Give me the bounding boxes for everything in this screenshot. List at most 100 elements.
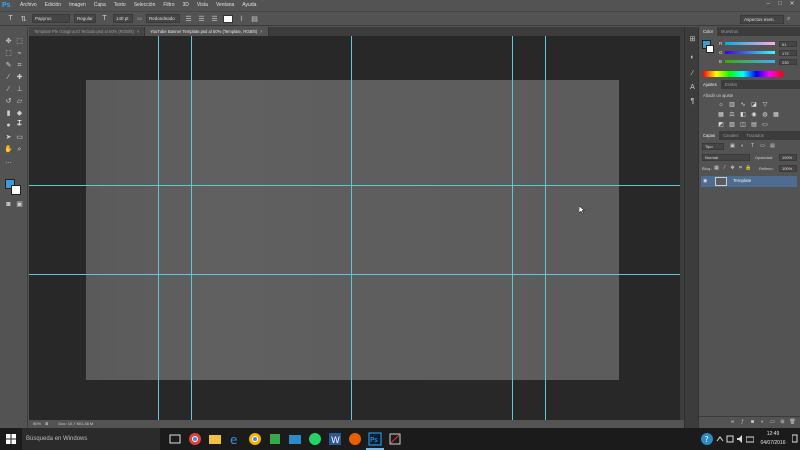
brightness-icon[interactable]: ☼ bbox=[717, 101, 725, 109]
adjustment-layer-icon[interactable]: ◐ bbox=[759, 419, 766, 426]
tab-layers[interactable]: Capas bbox=[699, 131, 720, 140]
font-style-select[interactable]: Regular bbox=[74, 14, 96, 23]
font-family-select[interactable]: Papyrus bbox=[32, 14, 70, 23]
type-tool-icon[interactable]: T bbox=[14, 119, 25, 129]
trash-icon[interactable]: 🗑 bbox=[789, 419, 796, 426]
chrome-icon[interactable] bbox=[188, 432, 202, 446]
firefox-icon[interactable] bbox=[348, 432, 362, 446]
tray-expand-icon[interactable] bbox=[716, 432, 724, 446]
orientation-toggle-icon[interactable]: ⇅ bbox=[19, 15, 28, 23]
background-color-swatch[interactable] bbox=[11, 185, 21, 195]
menu-ventana[interactable]: Ventana bbox=[212, 0, 238, 11]
brush-panel-icon[interactable]: ⁄ bbox=[688, 69, 697, 78]
edge-icon[interactable]: e bbox=[228, 432, 242, 447]
photoshop-taskbar-icon[interactable]: Ps bbox=[366, 432, 384, 450]
lock-transparent-icon[interactable]: ▦ bbox=[713, 165, 720, 172]
artboard-tool-icon[interactable]: ⬚ bbox=[14, 37, 25, 47]
eyedropper-tool-icon[interactable]: ⁄ bbox=[3, 73, 14, 83]
vertical-guide[interactable] bbox=[191, 36, 192, 420]
text-color-swatch[interactable] bbox=[223, 14, 234, 23]
keyboard-icon[interactable] bbox=[745, 432, 755, 446]
color-panel-background-swatch[interactable] bbox=[706, 45, 714, 53]
horizontal-guide[interactable] bbox=[29, 274, 680, 275]
fx-icon[interactable]: ƒ bbox=[739, 419, 746, 426]
channel-mixer-icon[interactable]: ◍ bbox=[761, 111, 769, 119]
chrome-2-icon[interactable] bbox=[248, 432, 262, 446]
align-right-icon[interactable]: ☰ bbox=[210, 15, 219, 23]
zoom-level[interactable]: 50% bbox=[29, 420, 45, 428]
color-spectrum-ramp[interactable] bbox=[703, 71, 783, 77]
marquee-tool-icon[interactable]: ⬚ bbox=[3, 49, 14, 59]
filter-smart-object-icon[interactable]: ▤ bbox=[769, 143, 776, 150]
red-value-field[interactable]: 61 bbox=[779, 40, 797, 47]
lock-all-icon[interactable]: 🔒 bbox=[745, 165, 752, 172]
maximize-button[interactable]: □ bbox=[774, 0, 786, 9]
menu-edicion[interactable]: Edición bbox=[41, 0, 65, 11]
tab-template-teclado[interactable]: Template Ple Gosgina El Teclado.psd al 5… bbox=[29, 27, 146, 36]
layer-row-template[interactable]: ◉ Template bbox=[701, 176, 797, 187]
link-layers-icon[interactable]: ∞ bbox=[729, 419, 736, 426]
close-icon[interactable]: × bbox=[260, 29, 262, 34]
notifications-icon[interactable] bbox=[791, 432, 798, 446]
camtasia-icon[interactable] bbox=[268, 432, 282, 446]
dodge-tool-icon[interactable]: ● bbox=[3, 121, 14, 131]
align-center-icon[interactable]: ☰ bbox=[197, 15, 206, 23]
file-explorer-icon[interactable] bbox=[208, 432, 222, 446]
clock-date[interactable]: 04/07/2016 bbox=[758, 440, 788, 446]
vibrance-icon[interactable]: ▽ bbox=[761, 101, 769, 109]
document-size[interactable]: Doc: 10,7 M/1,36 M bbox=[48, 420, 93, 428]
lock-position-icon[interactable]: ✥ bbox=[729, 165, 736, 172]
properties-panel-icon[interactable]: ◐ bbox=[688, 53, 697, 62]
task-view-icon[interactable] bbox=[168, 432, 182, 446]
character-panel-icon[interactable]: A bbox=[688, 83, 697, 92]
color-lookup-icon[interactable]: ▦ bbox=[772, 111, 780, 119]
path-select-tool-icon[interactable]: ➤ bbox=[3, 133, 14, 143]
tab-color[interactable]: Color bbox=[699, 27, 718, 36]
horizontal-guide[interactable] bbox=[29, 185, 680, 186]
filter-type-icon[interactable]: T bbox=[749, 143, 756, 150]
hand-tool-icon[interactable]: ✋ bbox=[3, 145, 14, 155]
blur-tool-icon[interactable]: ◆ bbox=[14, 109, 25, 119]
lock-paint-icon[interactable]: ⁄ bbox=[721, 165, 728, 172]
crop-tool-icon[interactable]: ⌗ bbox=[14, 61, 25, 71]
vertical-guide[interactable] bbox=[351, 36, 352, 420]
lock-artboard-icon[interactable]: ⌗ bbox=[737, 165, 744, 172]
filter-adjustment-icon[interactable]: ◐ bbox=[739, 143, 746, 150]
network-icon[interactable] bbox=[726, 432, 734, 446]
filter-shape-icon[interactable]: ▭ bbox=[759, 143, 766, 150]
menu-3d[interactable]: 3D bbox=[179, 0, 193, 11]
healing-tool-icon[interactable]: ✚ bbox=[14, 73, 25, 83]
black-white-icon[interactable]: ◧ bbox=[739, 111, 747, 119]
menu-seleccion[interactable]: Selección bbox=[130, 0, 160, 11]
photo-filter-icon[interactable]: ◉ bbox=[750, 111, 758, 119]
color-balance-icon[interactable]: ⚖ bbox=[728, 111, 736, 119]
selective-color-icon[interactable]: ▤ bbox=[750, 121, 758, 129]
tab-styles[interactable]: Estilos bbox=[721, 80, 741, 89]
clone-stamp-tool-icon[interactable]: ⊥ bbox=[14, 85, 25, 95]
invert-icon[interactable]: ◩ bbox=[717, 121, 725, 129]
menu-imagen[interactable]: Imagen bbox=[65, 0, 90, 11]
green-slider[interactable] bbox=[725, 51, 775, 54]
warp-text-icon[interactable]: ⌇ bbox=[237, 15, 246, 23]
fill-field[interactable]: 100% bbox=[779, 165, 797, 172]
move-tool-icon[interactable]: ✥ bbox=[3, 37, 14, 47]
tab-youtube-banner[interactable]: YouTube Banner Template.psd al 50% (Temp… bbox=[145, 27, 269, 36]
visibility-eye-icon[interactable]: ◉ bbox=[703, 178, 710, 185]
curves-icon[interactable]: ∿ bbox=[739, 101, 747, 109]
layer-name[interactable]: Template bbox=[733, 178, 751, 183]
windows-start-button[interactable] bbox=[0, 428, 22, 450]
menu-archivo[interactable]: Archivo bbox=[16, 0, 41, 11]
minimize-button[interactable]: – bbox=[762, 0, 774, 9]
menu-capa[interactable]: Capa bbox=[90, 0, 110, 11]
levels-icon[interactable]: ▥ bbox=[728, 101, 736, 109]
threshold-icon[interactable]: ◫ bbox=[739, 121, 747, 129]
workspace-select[interactable]: Aspectos esen. bbox=[740, 15, 784, 24]
word-icon[interactable]: W bbox=[328, 432, 342, 446]
paragraph-panel-icon[interactable]: ¶ bbox=[688, 97, 697, 106]
screen-mode-icon[interactable]: ▣ bbox=[14, 200, 25, 210]
red-slider[interactable] bbox=[725, 42, 775, 45]
filter-pixel-icon[interactable]: ▣ bbox=[729, 143, 736, 150]
quick-mask-icon[interactable]: ◙ bbox=[3, 200, 14, 210]
tab-swatches[interactable]: Muestras bbox=[717, 27, 742, 36]
layer-filter-kind[interactable]: Tipo bbox=[702, 143, 724, 150]
